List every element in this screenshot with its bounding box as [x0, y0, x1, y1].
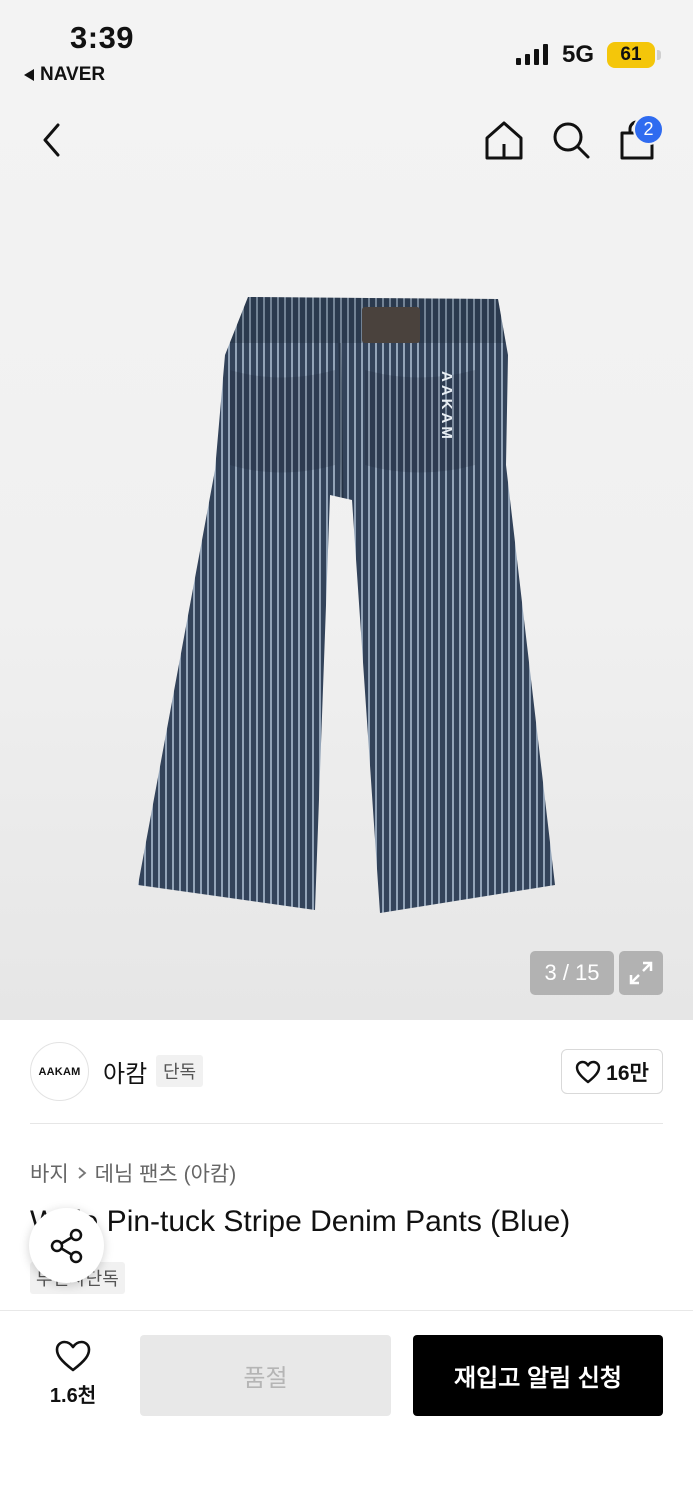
network-type: 5G — [562, 41, 595, 68]
wishlist-button[interactable]: 1.6천 — [30, 1339, 116, 1409]
back-icon — [43, 123, 60, 157]
breadcrumb: 바지 데님 팬츠 (아캄) — [30, 1158, 236, 1188]
search-icon — [553, 122, 590, 159]
cart-count-badge: 2 — [633, 114, 664, 145]
battery-cap — [657, 50, 661, 60]
back-app-label: NAVER — [40, 64, 106, 85]
soldout-button: 품절 — [140, 1335, 391, 1416]
status-time: 3:39 — [70, 20, 135, 55]
back-to-app-link[interactable]: NAVER — [24, 64, 105, 86]
product-image[interactable]: AAKAM — [130, 285, 570, 925]
heart-icon — [55, 1340, 91, 1372]
share-button[interactable] — [29, 1208, 104, 1283]
battery-level: 61 — [620, 44, 642, 65]
brand-favorite-button[interactable]: 16만 — [561, 1049, 663, 1094]
breadcrumb-subcategory[interactable]: 데님 팬츠 (아캄) — [95, 1158, 237, 1188]
signal-icon — [516, 43, 548, 65]
brand-logo-text: AAKAM — [38, 1065, 81, 1078]
home-button[interactable] — [482, 118, 526, 162]
breadcrumb-category[interactable]: 바지 — [30, 1158, 69, 1188]
battery-icon: 61 — [607, 42, 655, 68]
back-triangle-icon — [24, 69, 34, 81]
search-button[interactable] — [549, 118, 593, 162]
status-bar: 3:39 NAVER 5G 61 — [0, 0, 693, 100]
chevron-right-icon — [78, 1167, 87, 1179]
image-counter: 3 / 15 — [530, 951, 614, 995]
brand-logo[interactable]: AAKAM — [30, 1042, 89, 1101]
home-icon — [485, 121, 523, 160]
back-button[interactable] — [30, 118, 74, 162]
restock-alert-button[interactable]: 재입고 알림 신청 — [413, 1335, 663, 1416]
image-logo-text: AAKAM — [438, 371, 455, 442]
expand-image-button[interactable] — [619, 951, 663, 995]
brand-name[interactable]: 아캄 — [103, 1054, 147, 1089]
brand-row: AAKAM 아캄 단독 16만 — [0, 1020, 693, 1124]
wishlist-count: 1.6천 — [49, 1385, 97, 1407]
bottom-action-bar: 1.6천 품절 재입고 알림 신청 — [0, 1310, 693, 1500]
product-title: Wide Pin-tuck Stripe Denim Pants (Blue) — [30, 1205, 571, 1238]
expand-icon — [629, 961, 653, 985]
brand-exclusive-tag: 단독 — [156, 1055, 204, 1087]
share-icon — [50, 1228, 82, 1263]
divider — [30, 1123, 663, 1124]
brand-favorite-count: 16만 — [606, 1061, 649, 1085]
heart-icon — [575, 1060, 601, 1083]
top-navigation — [0, 100, 693, 180]
